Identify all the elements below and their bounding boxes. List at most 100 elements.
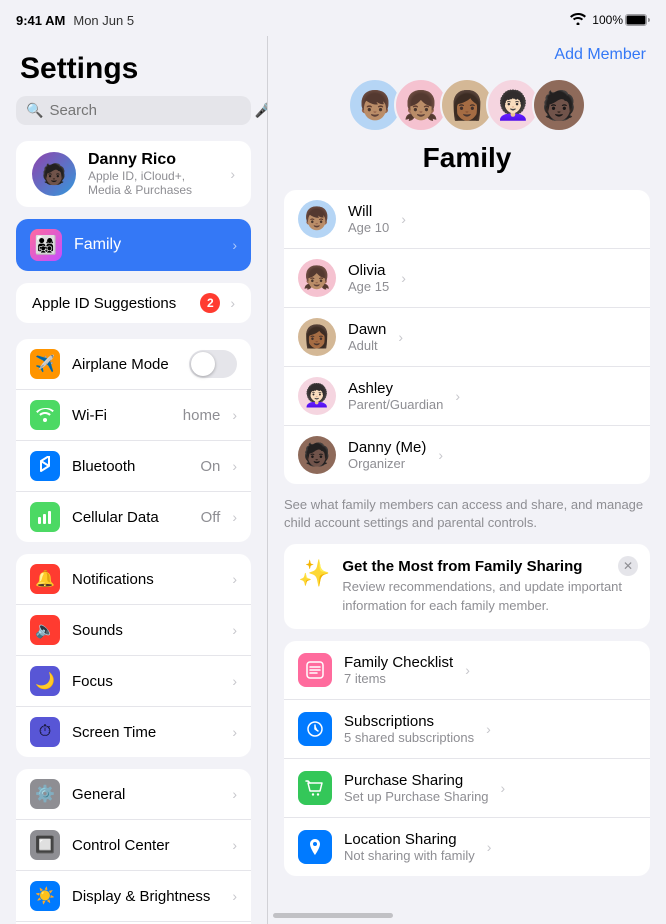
features-card: Family Checklist 7 items › Subscriptions…	[284, 641, 650, 876]
app-container: Settings 🔍 🎤 🧑🏿 Danny Rico Apple ID, iCl…	[0, 36, 666, 924]
settings-row-screen-time[interactable]: ⏱ Screen Time ›	[16, 707, 251, 757]
dawn-avatar: 👩🏾	[298, 318, 336, 356]
wifi-settings-icon	[30, 400, 60, 430]
checklist-subtitle: 7 items	[344, 671, 453, 686]
member-row-ashley[interactable]: 👩🏻‍🦱 Ashley Parent/Guardian ›	[284, 367, 650, 426]
location-sharing-icon	[298, 830, 332, 864]
screen-time-icon: ⏱	[30, 717, 60, 747]
location-sharing-subtitle: Not sharing with family	[344, 848, 475, 863]
status-date: Mon Jun 5	[73, 13, 134, 28]
main-panel: Add Member 👦🏽 👧🏽 👩🏾 👩🏻‍🦱 🧑🏿 Family 👦🏽 Wi…	[268, 36, 666, 924]
family-description: See what family members can access and s…	[284, 496, 650, 532]
main-header: Add Member	[268, 36, 666, 70]
wifi-value: home	[183, 407, 221, 424]
sounds-label: Sounds	[72, 622, 220, 639]
general-chevron-icon: ›	[232, 786, 237, 802]
settings-row-general[interactable]: ⚙️ General ›	[16, 769, 251, 820]
olivia-avatar: 👧🏽	[298, 259, 336, 297]
status-bar: 9:41 AM Mon Jun 5 100%	[0, 0, 666, 36]
battery-icon: 100%	[592, 13, 650, 27]
focus-chevron-icon: ›	[232, 673, 237, 689]
apple-id-suggestions-row[interactable]: Apple ID Suggestions 2 ›	[16, 283, 251, 323]
will-role: Age 10	[348, 220, 389, 235]
feature-row-location-sharing[interactable]: Location Sharing Not sharing with family…	[284, 818, 650, 876]
feature-row-purchase-sharing[interactable]: Purchase Sharing Set up Purchase Sharing…	[284, 759, 650, 818]
settings-row-wifi[interactable]: Wi-Fi home ›	[16, 390, 251, 441]
suggestions-label: Apple ID Suggestions	[32, 295, 190, 312]
user-chevron-icon: ›	[230, 166, 235, 182]
sounds-icon: 🔈	[30, 615, 60, 645]
olivia-role: Age 15	[348, 279, 389, 294]
purchase-sharing-subtitle: Set up Purchase Sharing	[344, 789, 489, 804]
purchase-sharing-icon	[298, 771, 332, 805]
airplane-mode-icon: ✈️	[30, 349, 60, 379]
purchase-sharing-chevron-icon: ›	[501, 780, 506, 796]
notifications-label: Notifications	[72, 571, 220, 588]
feature-row-subscriptions[interactable]: Subscriptions 5 shared subscriptions ›	[284, 700, 650, 759]
display-icon: ☀️	[30, 881, 60, 911]
notifications-icon: 🔔	[30, 564, 60, 594]
subscriptions-title: Subscriptions	[344, 713, 474, 730]
focus-icon: 🌙	[30, 666, 60, 696]
bluetooth-chevron-icon: ›	[232, 458, 237, 474]
family-avatars-row: 👦🏽 👧🏽 👩🏾 👩🏻‍🦱 🧑🏿	[348, 78, 586, 132]
member-row-dawn[interactable]: 👩🏾 Dawn Adult ›	[284, 308, 650, 367]
promo-subtitle: Review recommendations, and update impor…	[342, 578, 636, 614]
control-center-label: Control Center	[72, 837, 220, 854]
subscriptions-chevron-icon: ›	[486, 721, 491, 737]
user-subtitle: Apple ID, iCloud+, Media & Purchases	[88, 169, 218, 197]
settings-row-notifications[interactable]: 🔔 Notifications ›	[16, 554, 251, 605]
will-avatar: 👦🏽	[298, 200, 336, 238]
focus-label: Focus	[72, 673, 220, 690]
location-sharing-title: Location Sharing	[344, 831, 475, 848]
family-hero: 👦🏽 👧🏽 👩🏾 👩🏻‍🦱 🧑🏿 Family	[268, 70, 666, 190]
ashley-name: Ashley	[348, 380, 443, 397]
settings-row-bluetooth[interactable]: Bluetooth On ›	[16, 441, 251, 492]
settings-group-connectivity: ✈️ Airplane Mode Wi-Fi home › Bluetooth …	[16, 339, 251, 542]
settings-row-sounds[interactable]: 🔈 Sounds ›	[16, 605, 251, 656]
olivia-chevron-icon: ›	[401, 270, 406, 286]
will-name: Will	[348, 203, 389, 220]
battery-percent: 100%	[592, 13, 623, 27]
settings-row-cellular[interactable]: Cellular Data Off ›	[16, 492, 251, 542]
cellular-chevron-icon: ›	[232, 509, 237, 525]
search-input[interactable]	[49, 102, 248, 119]
feature-row-checklist[interactable]: Family Checklist 7 items ›	[284, 641, 650, 700]
olivia-name: Olivia	[348, 262, 389, 279]
member-row-olivia[interactable]: 👧🏽 Olivia Age 15 ›	[284, 249, 650, 308]
cellular-icon	[30, 502, 60, 532]
location-sharing-chevron-icon: ›	[487, 839, 492, 855]
ashley-avatar: 👩🏻‍🦱	[298, 377, 336, 415]
avatar-danny: 🧑🏿	[532, 78, 586, 132]
settings-row-airplane-mode[interactable]: ✈️ Airplane Mode	[16, 339, 251, 390]
member-row-danny[interactable]: 🧑🏿 Danny (Me) Organizer ›	[284, 426, 650, 484]
add-member-button[interactable]: Add Member	[554, 46, 646, 64]
checklist-info: Family Checklist 7 items	[344, 654, 453, 686]
dawn-chevron-icon: ›	[398, 329, 403, 345]
location-sharing-info: Location Sharing Not sharing with family	[344, 831, 475, 863]
display-chevron-icon: ›	[232, 888, 237, 904]
member-row-will[interactable]: 👦🏽 Will Age 10 ›	[284, 190, 650, 249]
subscriptions-info: Subscriptions 5 shared subscriptions	[344, 713, 474, 745]
user-profile-row[interactable]: 🧑🏿 Danny Rico Apple ID, iCloud+, Media &…	[16, 141, 251, 207]
purchase-sharing-title: Purchase Sharing	[344, 772, 489, 789]
settings-row-display[interactable]: ☀️ Display & Brightness ›	[16, 871, 251, 922]
settings-row-focus[interactable]: 🌙 Focus ›	[16, 656, 251, 707]
family-page-title: Family	[423, 142, 512, 174]
screen-time-chevron-icon: ›	[232, 724, 237, 740]
ashley-role: Parent/Guardian	[348, 397, 443, 412]
dawn-info: Dawn Adult	[348, 321, 386, 353]
mic-icon: 🎤	[254, 102, 268, 119]
airplane-mode-label: Airplane Mode	[72, 356, 177, 373]
airplane-mode-toggle[interactable]	[189, 350, 237, 378]
danny-info: Danny (Me) Organizer	[348, 439, 426, 471]
olivia-info: Olivia Age 15	[348, 262, 389, 294]
checklist-chevron-icon: ›	[465, 662, 470, 678]
search-bar[interactable]: 🔍 🎤	[16, 96, 251, 125]
user-avatar: 🧑🏿	[32, 152, 76, 196]
sidebar-item-family[interactable]: 👨‍👩‍👧‍👦 Family ›	[16, 219, 251, 271]
ashley-chevron-icon: ›	[455, 388, 460, 404]
danny-role: Organizer	[348, 456, 426, 471]
settings-row-control-center[interactable]: 🔲 Control Center ›	[16, 820, 251, 871]
control-center-icon: 🔲	[30, 830, 60, 860]
